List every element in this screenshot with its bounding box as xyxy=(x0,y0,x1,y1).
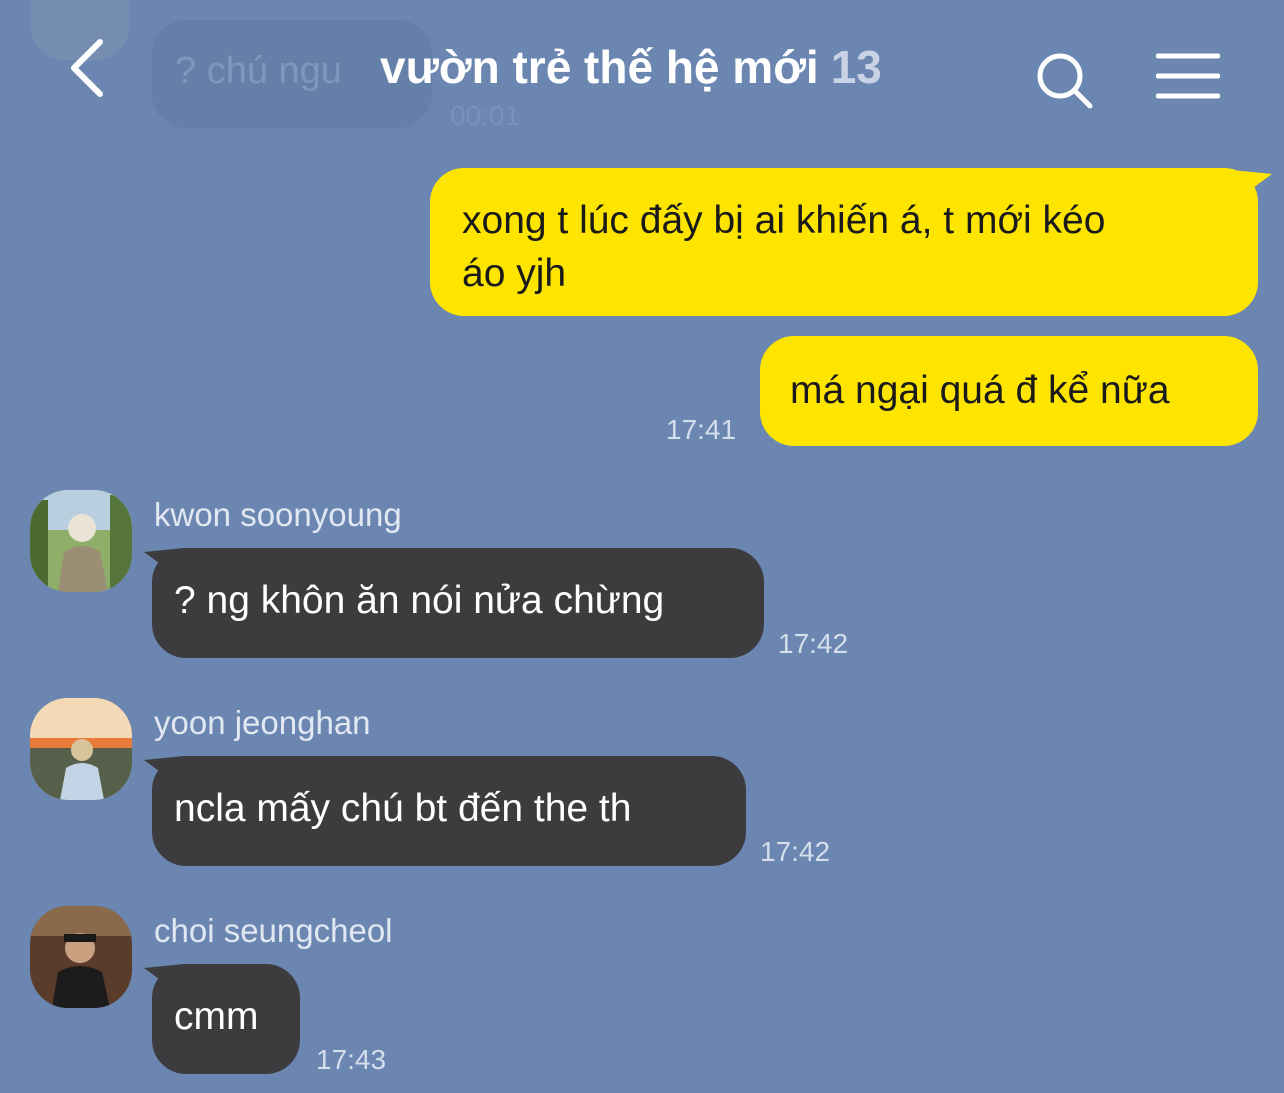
message-text-line: xong t lúc đấy bị ai khiến á, t mới kéo xyxy=(462,199,1106,242)
member-count: 13 xyxy=(830,41,882,93)
other-message-bubble[interactable]: ncla mấy chú bt đến the th xyxy=(152,756,746,866)
message-text-line: áo yjh xyxy=(462,252,567,295)
bubble-tail xyxy=(144,756,184,782)
avatar[interactable] xyxy=(30,698,132,800)
message-text: ? ng khôn ăn nói nửa chừng xyxy=(174,579,665,622)
bubble-tail xyxy=(144,548,184,574)
message-time: 17:43 xyxy=(316,1044,387,1075)
other-message-bubble[interactable]: ? ng khôn ăn nói nửa chừng xyxy=(152,548,764,658)
message-time: 17:41 xyxy=(666,414,737,445)
menu-icon[interactable] xyxy=(1155,52,1221,102)
my-message-bubble[interactable]: xong t lúc đấy bị ai khiến á, t mới kéo … xyxy=(430,168,1258,316)
chat-title-text: vườn trẻ thế hệ mới xyxy=(380,41,819,93)
avatar[interactable] xyxy=(30,906,132,1008)
bubble-tail xyxy=(1232,170,1272,196)
avatar[interactable] xyxy=(30,490,132,592)
back-arrow-icon[interactable] xyxy=(60,38,120,98)
message-time: 17:42 xyxy=(760,836,831,867)
bubble-tail xyxy=(144,964,184,990)
chat-header: vườn trẻ thế hệ mới 13 xyxy=(0,0,1284,140)
sender-name: choi seungcheol xyxy=(154,912,393,949)
sender-name: yoon jeonghan xyxy=(154,704,371,741)
search-icon[interactable] xyxy=(1034,50,1094,110)
message-text: ncla mấy chú bt đến the th xyxy=(174,787,632,830)
message-time: 17:42 xyxy=(778,628,849,659)
sender-name: kwon soonyoung xyxy=(154,496,402,533)
message-text: má ngại quá đ kể nữa xyxy=(790,369,1170,412)
my-message-bubble[interactable]: má ngại quá đ kể nữa xyxy=(760,336,1258,446)
message-text: cmm xyxy=(174,995,259,1038)
chat-title: vườn trẻ thế hệ mới 13 xyxy=(380,40,882,94)
